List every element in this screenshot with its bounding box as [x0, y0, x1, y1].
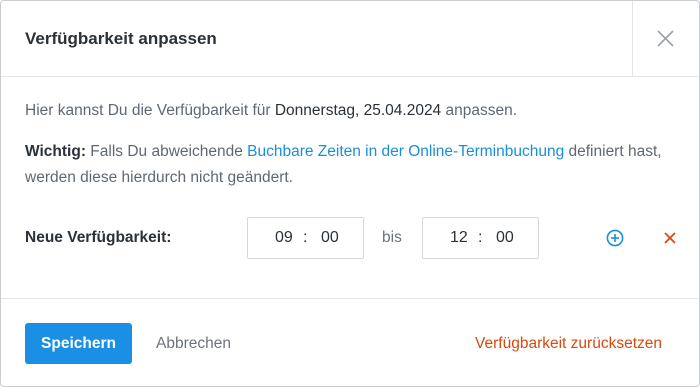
save-button[interactable]: Speichern [25, 323, 132, 364]
intro-date: Donnerstag, 25.04.2024 [274, 102, 442, 119]
time-to-hours[interactable]: 12 [450, 229, 468, 247]
time-to-input[interactable]: 12 : 00 [422, 217, 539, 259]
availability-dialog: Verfügbarkeit anpassen Hier kannst Du di… [0, 0, 700, 387]
intro-suffix: anpassen. [441, 102, 518, 119]
time-from-separator: : [303, 229, 308, 246]
time-from-input[interactable]: 09 : 00 [247, 217, 364, 259]
time-from-minutes[interactable]: 00 [321, 229, 339, 247]
booking-times-link[interactable]: Buchbare Zeiten in der Online-Terminbuch… [247, 143, 564, 160]
notice-label: Wichtig: [25, 143, 86, 160]
close-button[interactable] [632, 1, 699, 76]
time-to-minutes[interactable]: 00 [496, 229, 514, 247]
cancel-button[interactable]: Abbrechen [156, 335, 231, 353]
intro-prefix: Hier kannst Du die Verfügbarkeit für [25, 102, 275, 119]
close-icon [657, 30, 674, 47]
notice-text: Wichtig: Falls Du abweichende Buchbare Z… [25, 139, 675, 191]
plus-circle-icon [606, 229, 624, 247]
reset-availability-button[interactable]: Verfügbarkeit zurücksetzen [475, 335, 662, 353]
between-label: bis [382, 229, 402, 246]
new-availability-label: Neue Verfügbarkeit: [25, 229, 172, 246]
time-to-separator: : [478, 229, 483, 246]
time-from-hours[interactable]: 09 [275, 229, 293, 247]
notice-text-before: Falls Du abweichende [86, 143, 248, 160]
remove-time-range-button[interactable] [663, 231, 677, 245]
intro-text: Hier kannst Du die Verfügbarkeit für Don… [25, 98, 517, 124]
dialog-footer: Speichern Abbrechen Verfügbarkeit zurück… [1, 298, 699, 386]
dialog-header: Verfügbarkeit anpassen [1, 1, 699, 77]
dialog-title: Verfügbarkeit anpassen [25, 29, 217, 48]
add-time-range-button[interactable] [606, 229, 624, 247]
close-icon [664, 232, 676, 244]
